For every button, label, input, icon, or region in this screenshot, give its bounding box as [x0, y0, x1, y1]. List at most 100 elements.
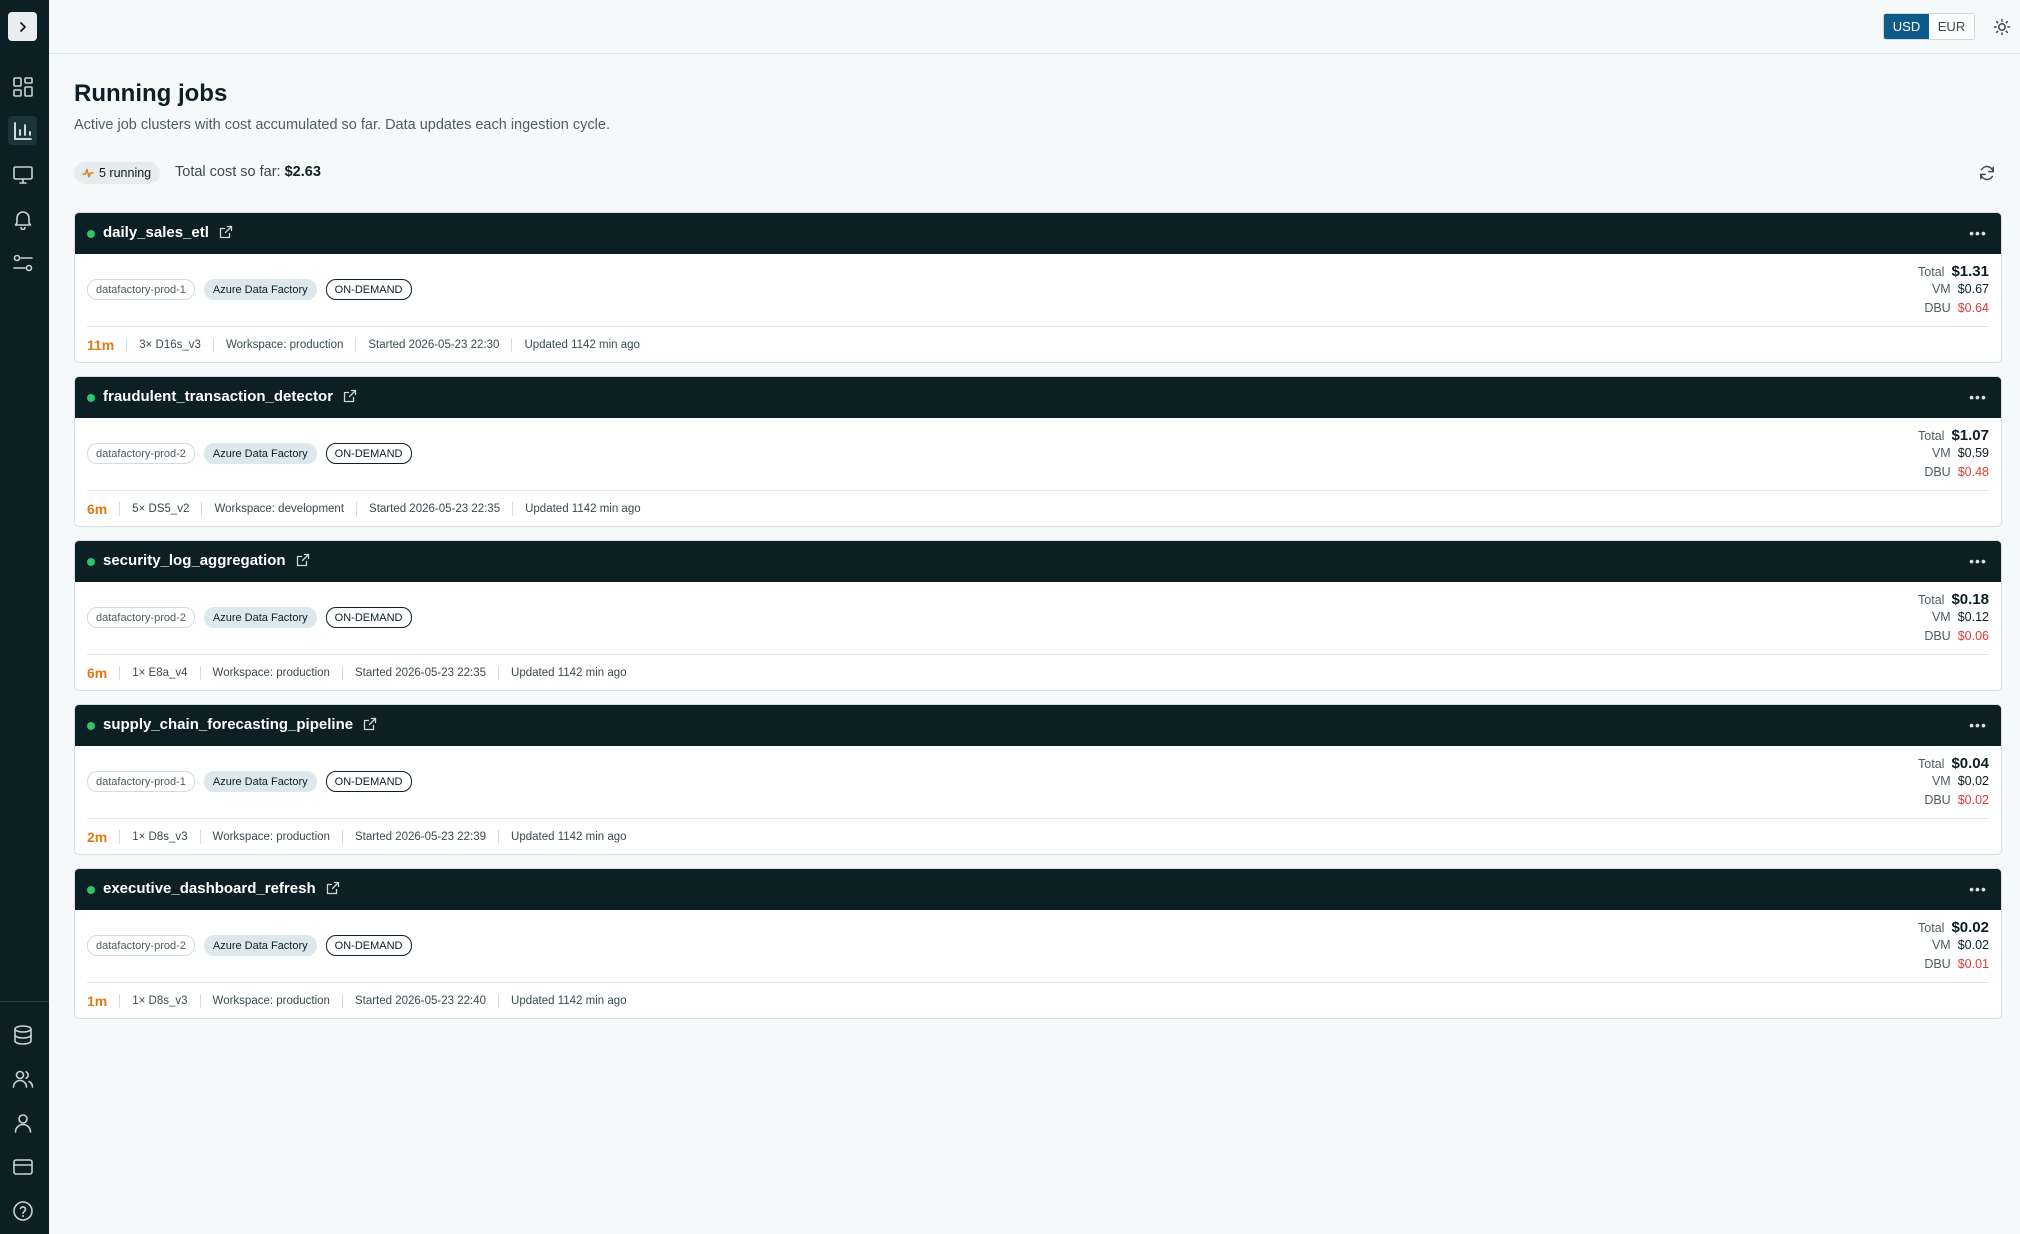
- running-status-dot: [87, 722, 95, 730]
- sidebar-item-billing[interactable]: [8, 1152, 37, 1181]
- job-vm-cost: $0.02: [1957, 774, 1989, 788]
- external-link-icon[interactable]: [219, 225, 233, 239]
- job-workspace: Workspace: production: [199, 666, 342, 680]
- job-more-menu-button[interactable]: •••: [1967, 550, 1989, 572]
- pricing-mode-tag: ON-DEMAND: [325, 443, 412, 464]
- job-more-menu-button[interactable]: •••: [1967, 386, 1989, 408]
- job-tags: datafactory-prod-2 Azure Data Factory ON…: [87, 607, 412, 628]
- job-vm-cost: $0.59: [1957, 446, 1989, 460]
- external-link-icon[interactable]: [363, 717, 377, 731]
- job-name[interactable]: executive_dashboard_refresh: [103, 880, 340, 897]
- page-subtitle: Active job clusters with cost accumulate…: [74, 117, 610, 133]
- job-costs: Total $1.31 VM $0.67 DBU $0.64: [1918, 263, 1989, 320]
- job-more-menu-button[interactable]: •••: [1967, 878, 1989, 900]
- job-name[interactable]: supply_chain_forecasting_pipeline: [103, 716, 377, 733]
- dbu-cost-label: DBU: [1924, 957, 1951, 971]
- job-started: Started 2026-05-23 22:30: [355, 338, 511, 352]
- job-dbu-cost: $0.06: [1957, 629, 1989, 643]
- sun-icon: [1993, 18, 2011, 36]
- sidebar-item-profile[interactable]: [8, 1108, 37, 1137]
- job-updated: Updated 1142 min ago: [512, 502, 653, 516]
- users-icon: [12, 1070, 33, 1088]
- job-more-menu-button[interactable]: •••: [1967, 222, 1989, 244]
- cluster-tag: datafactory-prod-1: [87, 279, 195, 300]
- help-circle-icon: [12, 1200, 33, 1221]
- job-card: supply_chain_forecasting_pipeline ••• da…: [74, 704, 2002, 855]
- job-costs: Total $0.02 VM $0.02 DBU $0.01: [1918, 919, 1989, 976]
- job-updated: Updated 1142 min ago: [498, 666, 639, 680]
- job-total-cost: $1.31: [1951, 263, 1989, 280]
- job-name[interactable]: daily_sales_etl: [103, 224, 233, 241]
- pricing-mode-tag: ON-DEMAND: [325, 935, 412, 956]
- sidebar-item-teams[interactable]: [8, 1064, 37, 1093]
- cluster-tag: datafactory-prod-2: [87, 607, 195, 628]
- external-link-icon[interactable]: [326, 881, 340, 895]
- currency-usd-button[interactable]: USD: [1884, 14, 1929, 39]
- job-name[interactable]: security_log_aggregation: [103, 552, 310, 569]
- job-costs: Total $0.18 VM $0.12 DBU $0.06: [1918, 591, 1989, 648]
- job-more-menu-button[interactable]: •••: [1967, 714, 1989, 736]
- user-icon: [14, 1113, 31, 1133]
- cluster-tag: datafactory-prod-2: [87, 443, 195, 464]
- dbu-cost-label: DBU: [1924, 629, 1951, 643]
- sidebar-item-analytics[interactable]: [8, 116, 37, 145]
- job-tags: datafactory-prod-1 Azure Data Factory ON…: [87, 279, 412, 300]
- sidebar-item-data-sources[interactable]: [8, 1020, 37, 1049]
- job-updated: Updated 1142 min ago: [498, 830, 639, 844]
- total-cost-label: Total: [1918, 429, 1945, 443]
- pricing-mode-tag: ON-DEMAND: [325, 607, 412, 628]
- job-dbu-cost: $0.01: [1957, 957, 1989, 971]
- vm-cost-label: VM: [1931, 282, 1951, 296]
- total-cost-label: Total: [1918, 921, 1945, 935]
- sidebar-item-clusters[interactable]: [8, 160, 37, 189]
- job-nodes: 1× E8a_v4: [119, 666, 199, 680]
- job-dbu-cost: $0.48: [1957, 465, 1989, 479]
- credit-card-icon: [12, 1158, 33, 1175]
- job-total-cost: $0.02: [1951, 919, 1989, 936]
- total-cost-summary: Total cost so far: $2.63: [175, 164, 321, 180]
- job-workspace: Workspace: production: [199, 830, 342, 844]
- sidebar-item-dashboard[interactable]: [8, 72, 37, 101]
- job-card-header: security_log_aggregation •••: [75, 541, 2001, 582]
- sidebar-item-alerts[interactable]: [8, 204, 37, 233]
- job-started: Started 2026-05-23 22:39: [341, 830, 498, 844]
- database-icon: [13, 1024, 32, 1045]
- job-card: daily_sales_etl ••• datafactory-prod-1 A…: [74, 212, 2002, 363]
- job-card-header: executive_dashboard_refresh •••: [75, 869, 2001, 910]
- job-nodes: 5× DS5_v2: [119, 502, 201, 516]
- source-tag: Azure Data Factory: [203, 771, 317, 792]
- refresh-button[interactable]: [1975, 161, 1999, 185]
- sliders-icon: [12, 254, 33, 271]
- running-status-dot: [87, 394, 95, 402]
- total-cost-value: $2.63: [284, 164, 321, 180]
- sidebar-item-help[interactable]: [8, 1196, 37, 1225]
- job-card-header: daily_sales_etl •••: [75, 213, 2001, 254]
- job-started: Started 2026-05-23 22:35: [356, 502, 512, 516]
- job-total-cost: $0.04: [1951, 755, 1989, 772]
- job-costs: Total $1.07 VM $0.59 DBU $0.48: [1918, 427, 1989, 484]
- job-total-cost: $1.07: [1951, 427, 1989, 444]
- external-link-icon[interactable]: [296, 553, 310, 567]
- bell-icon: [14, 210, 31, 230]
- source-tag: Azure Data Factory: [203, 443, 317, 464]
- job-workspace: Workspace: production: [199, 994, 342, 1008]
- job-dbu-cost: $0.64: [1957, 301, 1989, 315]
- sidebar-item-settings[interactable]: [8, 248, 37, 277]
- job-card-header: fraudulent_transaction_detector •••: [75, 377, 2001, 418]
- job-started: Started 2026-05-23 22:35: [341, 666, 498, 680]
- job-card: security_log_aggregation ••• datafactory…: [74, 540, 2002, 691]
- currency-eur-button[interactable]: EUR: [1929, 14, 1974, 39]
- pricing-mode-tag: ON-DEMAND: [325, 771, 412, 792]
- theme-toggle-button[interactable]: [1989, 14, 2015, 40]
- external-link-icon[interactable]: [343, 389, 357, 403]
- job-tags: datafactory-prod-2 Azure Data Factory ON…: [87, 935, 412, 956]
- job-meta: 6m 1× E8a_v4 Workspace: production Start…: [87, 663, 639, 683]
- job-meta: 2m 1× D8s_v3 Workspace: production Start…: [87, 827, 639, 847]
- job-name[interactable]: fraudulent_transaction_detector: [103, 388, 357, 405]
- source-tag: Azure Data Factory: [203, 607, 317, 628]
- job-updated: Updated 1142 min ago: [511, 338, 652, 352]
- vm-cost-label: VM: [1931, 446, 1951, 460]
- running-status-dot: [87, 230, 95, 238]
- total-cost-label: Total cost so far:: [175, 164, 281, 180]
- sidebar-expand-button[interactable]: [8, 12, 37, 41]
